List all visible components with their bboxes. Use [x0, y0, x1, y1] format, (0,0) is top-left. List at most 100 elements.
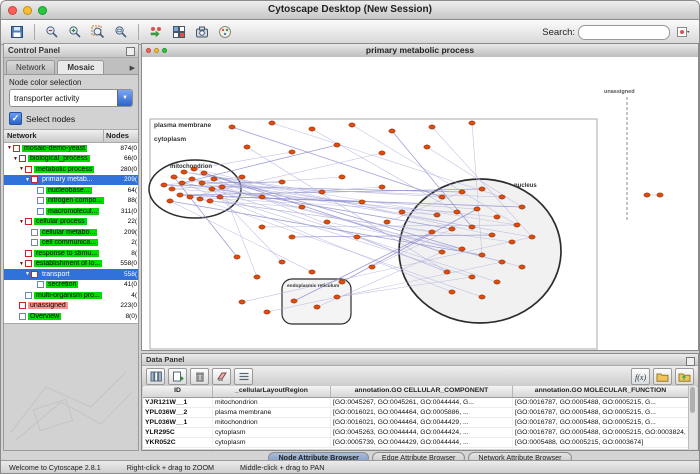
network-node[interactable] — [514, 223, 520, 227]
minimize-button[interactable] — [23, 6, 32, 15]
scrollbar-thumb[interactable] — [690, 387, 695, 413]
zoom-selected-region-button[interactable] — [88, 23, 108, 42]
clear-selection-button[interactable] — [212, 368, 231, 385]
tab-mosaic[interactable]: Mosaic — [57, 60, 104, 74]
table-row[interactable]: YKR052Ccytoplasm[GO:0005739, GO:0044429,… — [143, 438, 697, 448]
network-close-button[interactable] — [146, 48, 151, 53]
table-cell[interactable]: mitochondrion — [213, 398, 331, 407]
tree-row[interactable]: ▼cellular process22( — [4, 217, 138, 228]
table-cell[interactable]: [GO:0016787, GO:0005488, GO:0005215, G..… — [513, 448, 689, 449]
expand-triangle-icon[interactable]: ▼ — [24, 271, 31, 277]
network-node[interactable] — [389, 129, 395, 133]
network-node[interactable] — [259, 225, 265, 229]
network-node[interactable] — [434, 213, 440, 217]
network-node[interactable] — [244, 145, 250, 149]
table-cell[interactable]: plasma membrane — [213, 408, 331, 417]
tree-row[interactable]: ▼primary metab...209( — [4, 175, 138, 186]
network-node[interactable] — [299, 205, 305, 209]
network-node[interactable] — [309, 127, 315, 131]
tree-row[interactable]: macromolecul...311(0 — [4, 206, 138, 217]
network-node[interactable] — [334, 295, 340, 299]
network-node[interactable] — [279, 180, 285, 184]
network-node[interactable] — [167, 199, 173, 203]
network-node[interactable] — [489, 233, 495, 237]
table-cell[interactable]: YLR295C — [143, 428, 213, 437]
table-cell[interactable]: YKR052C — [143, 438, 213, 447]
network-node[interactable] — [479, 187, 485, 191]
network-node[interactable] — [239, 300, 245, 304]
network-node[interactable] — [209, 187, 215, 191]
network-node[interactable] — [169, 187, 175, 191]
network-node[interactable] — [229, 125, 235, 129]
table-row[interactable]: YLR295Ccytoplasm[GO:0045263, GO:0044444,… — [143, 428, 697, 438]
table-cell[interactable]: cytoplasm — [213, 428, 331, 437]
select-attributes-button[interactable] — [146, 368, 165, 385]
network-node[interactable] — [439, 250, 445, 254]
network-node[interactable] — [469, 275, 475, 279]
tree-row[interactable]: secretion41(0 — [4, 280, 138, 291]
network-node[interactable] — [207, 199, 213, 203]
tab-scroll-arrow-icon[interactable]: ▶ — [130, 64, 138, 74]
network-node[interactable] — [259, 195, 265, 199]
expand-triangle-icon[interactable]: ▼ — [24, 177, 31, 183]
column-header[interactable]: annotation.GO CELLULAR_COMPONENT — [331, 386, 513, 397]
network-node[interactable] — [509, 240, 515, 244]
table-cell[interactable]: [GO:0016787, GO:0005488, GO:0005215, G..… — [513, 408, 689, 417]
network-node[interactable] — [474, 207, 480, 211]
table-cell[interactable]: [GO:0016787, GO:0005488, GO:0005215, G..… — [513, 418, 689, 427]
zoom-in-button[interactable] — [65, 23, 85, 42]
network-node[interactable] — [339, 280, 345, 284]
network-history-button[interactable] — [146, 23, 166, 42]
table-cell[interactable]: [GO:0045263, GO:0044444, GO:0044424, ... — [331, 428, 513, 437]
vizmapper-button[interactable] — [215, 23, 235, 42]
expand-triangle-icon[interactable]: ▼ — [6, 145, 13, 151]
network-node[interactable] — [379, 185, 385, 189]
network-node[interactable] — [399, 210, 405, 214]
network-overview-button[interactable] — [169, 23, 189, 42]
network-node[interactable] — [334, 143, 340, 147]
network-canvas[interactable]: plasma membranecytoplasmmitochondrionnuc… — [142, 57, 698, 350]
tree-row[interactable]: Overview8(0) — [4, 311, 138, 322]
network-node[interactable] — [314, 305, 320, 309]
tree-row[interactable]: multi-organism pro...4( — [4, 290, 138, 301]
tree-row[interactable]: cellular metabo...209( — [4, 227, 138, 238]
table-vertical-scrollbar[interactable] — [688, 386, 697, 449]
network-node[interactable] — [197, 197, 203, 201]
network-node[interactable] — [379, 151, 385, 155]
create-attribute-button[interactable] — [168, 368, 187, 385]
network-node[interactable] — [217, 195, 223, 199]
tree-row[interactable]: nucleobase...64( — [4, 185, 138, 196]
column-header[interactable]: ID — [143, 386, 213, 397]
network-node[interactable] — [444, 270, 450, 274]
network-node[interactable] — [529, 235, 535, 239]
network-node[interactable] — [339, 175, 345, 179]
network-node[interactable] — [189, 177, 195, 181]
table-cell[interactable]: [GO:0005739, GO:0044429, GO:0044444, ... — [331, 438, 513, 447]
snapshot-button[interactable] — [192, 23, 212, 42]
network-node[interactable] — [279, 260, 285, 264]
network-node[interactable] — [644, 193, 650, 197]
network-node[interactable] — [499, 195, 505, 199]
network-node[interactable] — [454, 210, 460, 214]
network-node[interactable] — [211, 177, 217, 181]
tree-row[interactable]: ▼mosaic-demo-yeast874(0 — [4, 143, 138, 154]
network-node[interactable] — [479, 295, 485, 299]
network-node[interactable] — [264, 310, 270, 314]
table-row[interactable]: YDR039C__1mitochondrion[GO:0016021, GO:0… — [143, 448, 697, 449]
tree-row[interactable]: cell communica...2( — [4, 238, 138, 249]
network-node[interactable] — [429, 125, 435, 129]
tree-row[interactable]: ▼metabolic process280(0 — [4, 164, 138, 175]
network-node[interactable] — [219, 185, 225, 189]
network-node[interactable] — [359, 200, 365, 204]
network-node[interactable] — [201, 171, 207, 175]
network-node[interactable] — [309, 270, 315, 274]
zoom-out-button[interactable] — [42, 23, 62, 42]
network-node[interactable] — [459, 247, 465, 251]
network-node[interactable] — [469, 121, 475, 125]
zoom-window-button[interactable] — [38, 6, 47, 15]
network-edge[interactable] — [272, 123, 502, 197]
network-node[interactable] — [449, 227, 455, 231]
float-panel-icon[interactable] — [686, 357, 695, 366]
column-header[interactable]: _cellularLayoutRegion — [213, 386, 331, 397]
table-cell[interactable]: [GO:0005488, GO:0005215, GO:0003674] — [513, 438, 689, 447]
